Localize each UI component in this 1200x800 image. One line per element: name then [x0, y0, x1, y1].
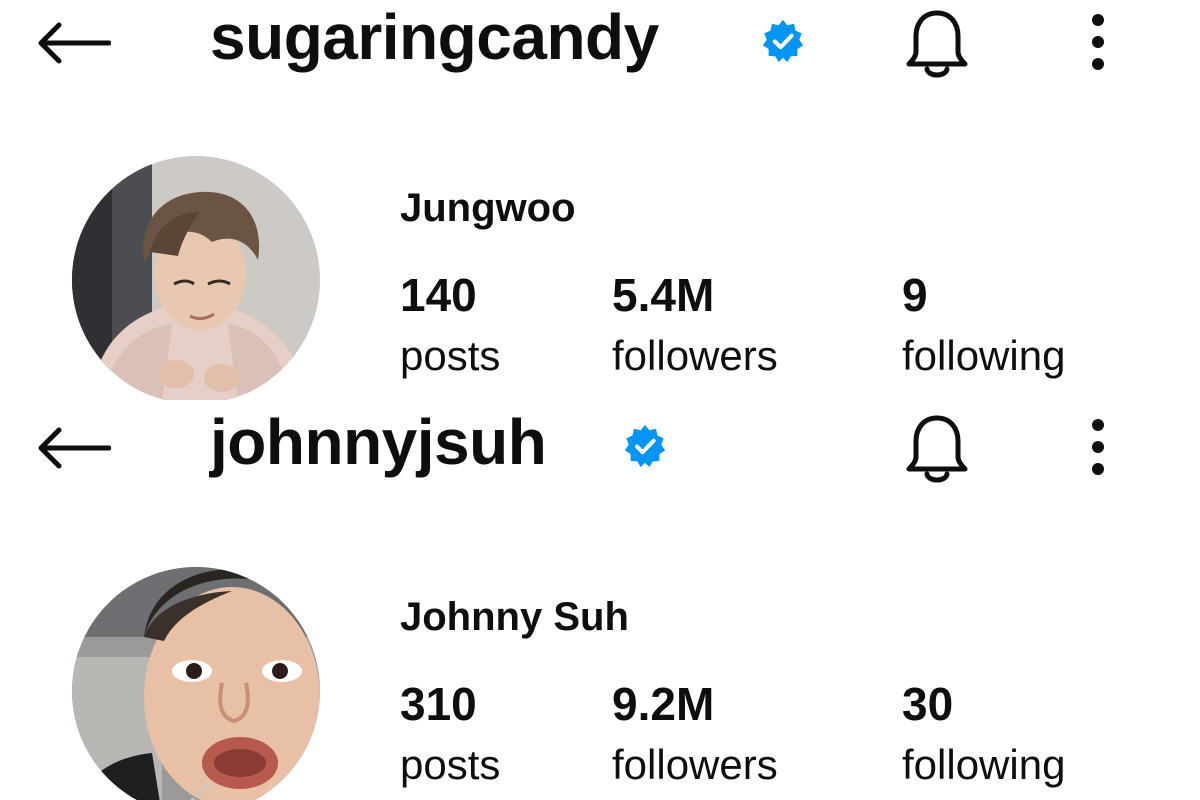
bell-icon	[906, 415, 968, 483]
followers-label: followers	[612, 741, 778, 788]
bell-icon	[906, 10, 968, 78]
back-button[interactable]	[32, 14, 114, 72]
notifications-button[interactable]	[898, 411, 976, 489]
profile-display-name: Jungwoo	[400, 186, 576, 230]
following-stat[interactable]: 30 following	[902, 677, 1065, 789]
following-label: following	[902, 332, 1066, 379]
followers-count: 5.4M	[612, 269, 715, 321]
following-label: following	[902, 741, 1066, 788]
avatar-photo	[72, 156, 320, 400]
avatar-photo	[72, 567, 320, 800]
profile-username: sugaringcandy	[210, 1, 659, 73]
followers-stat[interactable]: 9.2M followers	[612, 677, 778, 789]
posts-label: posts	[400, 332, 501, 379]
more-options-icon	[1092, 419, 1104, 475]
profile-avatar[interactable]	[72, 156, 320, 400]
back-arrow-icon	[38, 427, 111, 469]
verified-badge-icon	[624, 424, 666, 468]
following-count: 9	[902, 269, 928, 321]
posts-stat[interactable]: 310 posts	[400, 677, 500, 789]
posts-count: 310	[400, 678, 477, 730]
followers-label: followers	[612, 332, 778, 379]
more-options-icon	[1092, 14, 1104, 70]
profile-header-sugaringcandy: sugaringcandy Jungwoo 140 posts 5.4M fol…	[0, 0, 1200, 400]
back-button[interactable]	[32, 419, 114, 477]
back-arrow-icon	[38, 22, 111, 64]
followers-count: 9.2M	[612, 678, 715, 730]
more-options-button[interactable]	[1076, 413, 1120, 481]
profile-display-name: Johnny Suh	[400, 595, 629, 639]
profile-username: johnnyjsuh	[210, 406, 547, 478]
following-stat[interactable]: 9 following	[902, 268, 1065, 380]
profile-avatar[interactable]	[72, 567, 320, 800]
posts-count: 140	[400, 269, 477, 321]
posts-label: posts	[400, 741, 501, 788]
posts-stat[interactable]: 140 posts	[400, 268, 500, 380]
more-options-button[interactable]	[1076, 8, 1120, 76]
profile-header-johnnyjsuh: johnnyjsuh Johnny Suh 310 posts 9.2M fol…	[0, 405, 1200, 800]
followers-stat[interactable]: 5.4M followers	[612, 268, 778, 380]
notifications-button[interactable]	[898, 6, 976, 84]
following-count: 30	[902, 678, 954, 730]
verified-badge-icon	[762, 19, 804, 63]
